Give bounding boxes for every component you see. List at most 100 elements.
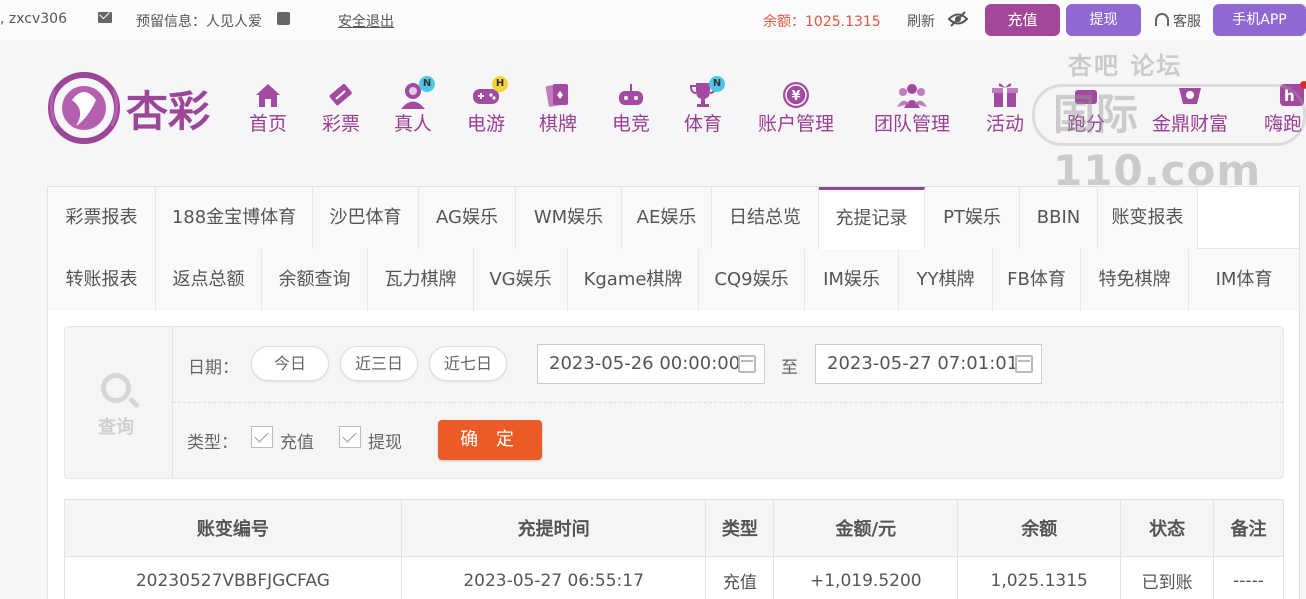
start-date-input[interactable]: 2023-05-26 00:00:00 [537, 344, 765, 384]
nav-slots[interactable]: H 电游 [446, 76, 526, 136]
search-icon [101, 373, 131, 403]
tab-daily-summary[interactable]: 日结总览 [712, 187, 819, 249]
forum-watermark: 杏吧 论坛 国际110.com [1032, 46, 1306, 195]
col-status: 状态 [1120, 499, 1215, 557]
tab-temian-chess[interactable]: 特免棋牌 [1081, 249, 1189, 311]
nav-lottery[interactable]: 彩票 [301, 80, 381, 136]
col-type: 类型 [705, 499, 775, 557]
last-3-days-button[interactable]: 近三日 [340, 346, 418, 381]
tab-row-2: 转账报表 返点总额 余额查询 瓦力棋牌 VG娱乐 Kgame棋牌 CQ9娱乐 I… [48, 249, 1299, 311]
cell-remark: ----- [1213, 556, 1284, 599]
records-table: 账变编号 充提时间 类型 金额/元 余额 状态 备注 20230527VBBFJ… [64, 499, 1284, 599]
col-time: 充提时间 [400, 499, 707, 557]
cell-time: 2023-05-27 06:55:17 [400, 556, 707, 599]
withdraw-checkbox-label: 提现 [368, 433, 402, 453]
to-label: 至 [781, 358, 798, 378]
withdraw-checkbox[interactable] [339, 426, 361, 448]
recharge-checkbox-label: 充值 [280, 433, 314, 453]
date-label: 日期： [188, 358, 239, 378]
tab-ae[interactable]: AE娱乐 [622, 187, 712, 249]
tab-cq9[interactable]: CQ9娱乐 [699, 249, 805, 311]
tab-yy-chess[interactable]: YY棋牌 [899, 249, 993, 311]
reserve-info: 预留信息：人见人爱 [136, 14, 262, 30]
top-bar: , zxcv306 预留信息：人见人爱 安全退出 余额：1025.1315 刷新… [0, 0, 1306, 40]
nav-esports[interactable]: 电竞 [591, 80, 671, 136]
nav-sports[interactable]: N 体育 [663, 76, 743, 136]
report-panel: 彩票报表 188金宝博体育 沙巴体育 AG娱乐 WM娱乐 AE娱乐 日结总览 充… [47, 186, 1300, 599]
ticket-icon [329, 84, 352, 106]
table-header-row: 账变编号 充提时间 类型 金额/元 余额 状态 备注 [64, 499, 1284, 557]
tab-transfer-report[interactable]: 转账报表 [48, 249, 156, 311]
col-remark: 备注 [1213, 499, 1284, 557]
recharge-checkbox[interactable] [251, 426, 273, 448]
col-balance: 余额 [957, 499, 1122, 557]
calendar-icon[interactable] [1015, 355, 1033, 373]
tab-rebate-total[interactable]: 返点总额 [156, 249, 262, 311]
confirm-button[interactable]: 确 定 [438, 420, 542, 460]
cell-amount: +1,019.5200 [773, 556, 959, 599]
tab-deposit-withdraw-records[interactable]: 充提记录 [819, 187, 925, 249]
gift-icon [992, 83, 1018, 107]
divider [173, 402, 1283, 403]
calendar-icon[interactable] [738, 355, 756, 373]
edit-icon[interactable] [277, 12, 290, 25]
withdraw-button[interactable]: 提现 [1066, 4, 1141, 36]
balance: 余额：1025.1315 [763, 14, 881, 30]
nav-account[interactable]: ¥ 账户管理 [750, 80, 842, 136]
tab-account-change[interactable]: 账变报表 [1098, 187, 1198, 249]
tab-wm[interactable]: WM娱乐 [516, 187, 622, 249]
table-row: 20230527VBBFJGCFAG 2023-05-27 06:55:17 充… [64, 556, 1284, 599]
col-amount: 金额/元 [773, 499, 959, 557]
tab-fb-sports[interactable]: FB体育 [993, 249, 1081, 311]
cards-icon [545, 84, 568, 107]
eye-hidden-icon[interactable] [948, 11, 968, 27]
logout-link[interactable]: 安全退出 [338, 11, 394, 31]
tab-balance-query[interactable]: 余额查询 [262, 249, 368, 311]
tab-kgame[interactable]: Kgame棋牌 [568, 249, 699, 311]
new-badge: N [419, 76, 435, 92]
tab-188-sports[interactable]: 188金宝博体育 [156, 187, 313, 249]
logo-text: 杏彩 [126, 87, 210, 136]
tab-saba-sports[interactable]: 沙巴体育 [313, 187, 419, 249]
username: , zxcv306 [0, 11, 67, 27]
tab-im-sports[interactable]: IM体育 [1189, 249, 1299, 311]
nav-live[interactable]: N 真人 [373, 76, 453, 136]
hot-badge: H [492, 76, 508, 92]
joystick-icon [619, 84, 643, 105]
mail-icon[interactable] [98, 12, 112, 23]
cell-status: 已到账 [1120, 556, 1215, 599]
refresh-link[interactable]: 刷新 [907, 11, 935, 31]
tab-pt[interactable]: PT娱乐 [925, 187, 1020, 249]
last-7-days-button[interactable]: 近七日 [429, 346, 507, 381]
logo-emblem-icon: 杏彩 [48, 72, 210, 144]
col-transaction-id: 账变编号 [64, 499, 402, 557]
tab-ag[interactable]: AG娱乐 [419, 187, 516, 249]
tab-row-1: 彩票报表 188金宝博体育 沙巴体育 AG娱乐 WM娱乐 AE娱乐 日结总览 充… [48, 187, 1299, 249]
nav-chess[interactable]: 棋牌 [518, 80, 598, 136]
tab-vg[interactable]: VG娱乐 [474, 249, 568, 311]
nav-team[interactable]: 团队管理 [866, 80, 958, 136]
query-button[interactable]: 查询 [65, 327, 173, 478]
today-button[interactable]: 今日 [251, 346, 329, 381]
yen-icon: ¥ [783, 82, 809, 108]
recharge-button[interactable]: 充值 [985, 4, 1060, 36]
cell-balance: 1,025.1315 [957, 556, 1122, 599]
tab-lottery-report[interactable]: 彩票报表 [48, 187, 156, 249]
home-icon [256, 84, 280, 107]
site-logo[interactable]: 杏彩 [46, 70, 236, 148]
cell-type: 充值 [705, 556, 775, 599]
cell-transaction-id: 20230527VBBFJGCFAG [64, 556, 402, 599]
tab-wali-chess[interactable]: 瓦力棋牌 [368, 249, 474, 311]
team-icon [897, 84, 927, 108]
tab-bbin[interactable]: BBIN [1020, 187, 1098, 249]
search-filter: 查询 日期： 今日 近三日 近七日 2023-05-26 00:00:00 至 … [64, 326, 1284, 479]
mobile-app-button[interactable]: 手机APP [1213, 4, 1306, 36]
end-date-input[interactable]: 2023-05-27 07:01:01 [815, 344, 1042, 384]
tab-im[interactable]: IM娱乐 [805, 249, 899, 311]
type-label: 类型： [187, 433, 238, 453]
headset-icon[interactable] [1155, 13, 1169, 26]
new-badge: N [709, 76, 725, 92]
nav-home[interactable]: 首页 [228, 80, 308, 136]
svg-text:¥: ¥ [791, 89, 800, 104]
service-link[interactable]: 客服 [1173, 11, 1201, 31]
